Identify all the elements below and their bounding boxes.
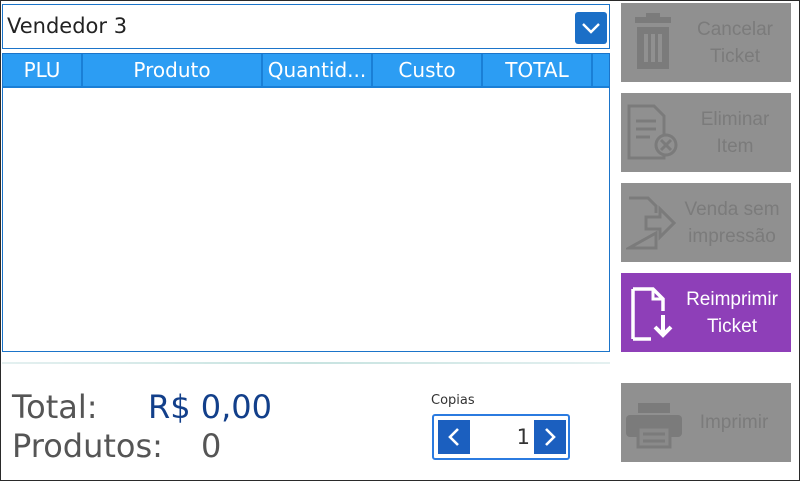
- cancel-ticket-button[interactable]: Cancelar Ticket: [621, 3, 791, 82]
- column-header-quantidade[interactable]: Quantid...: [263, 54, 373, 86]
- print-label: Imprimir: [699, 412, 769, 433]
- chevron-right-icon[interactable]: [534, 420, 566, 454]
- delete-item-label: Eliminar Item: [700, 109, 770, 157]
- section-divider: [2, 362, 610, 364]
- delete-item-button[interactable]: Eliminar Item: [621, 93, 791, 172]
- column-header-total[interactable]: TOTAL: [483, 54, 593, 86]
- trash-icon: [631, 13, 675, 75]
- vendor-select[interactable]: Vendedor 3: [2, 4, 610, 49]
- column-header-custo[interactable]: Custo: [373, 54, 483, 86]
- reprint-ticket-label: Reimprimir Ticket: [686, 289, 778, 337]
- document-delete-icon: [626, 103, 680, 165]
- column-header-filler: [593, 54, 609, 86]
- column-header-produto[interactable]: Produto: [83, 54, 263, 86]
- items-table[interactable]: PLU Produto Quantid... Custo TOTAL: [2, 53, 610, 352]
- sale-without-print-button[interactable]: Venda sem impressão: [621, 183, 791, 262]
- copies-value[interactable]: 1: [517, 425, 530, 449]
- products-value: 0: [201, 427, 222, 465]
- chevron-down-icon[interactable]: [575, 12, 607, 44]
- copies-label: Copias: [431, 393, 475, 408]
- document-download-icon: [629, 285, 679, 347]
- cancel-ticket-label: Cancelar Ticket: [696, 19, 774, 67]
- print-button[interactable]: Imprimir: [621, 383, 791, 462]
- column-header-plu[interactable]: PLU: [3, 54, 83, 86]
- vendor-select-value: Vendedor 3: [7, 14, 128, 38]
- table-header: PLU Produto Quantid... Custo TOTAL: [3, 54, 609, 88]
- products-label: Produtos:: [12, 427, 163, 465]
- reprint-ticket-button[interactable]: Reimprimir Ticket: [621, 273, 791, 352]
- total-value: R$ 0,00: [148, 388, 273, 426]
- copies-stepper[interactable]: 1: [432, 414, 570, 460]
- document-export-icon: [623, 195, 680, 255]
- chevron-left-icon[interactable]: [438, 420, 470, 454]
- printer-icon: [624, 401, 684, 453]
- sale-without-print-label: Venda sem impressão: [684, 199, 780, 247]
- total-label: Total:: [12, 388, 98, 426]
